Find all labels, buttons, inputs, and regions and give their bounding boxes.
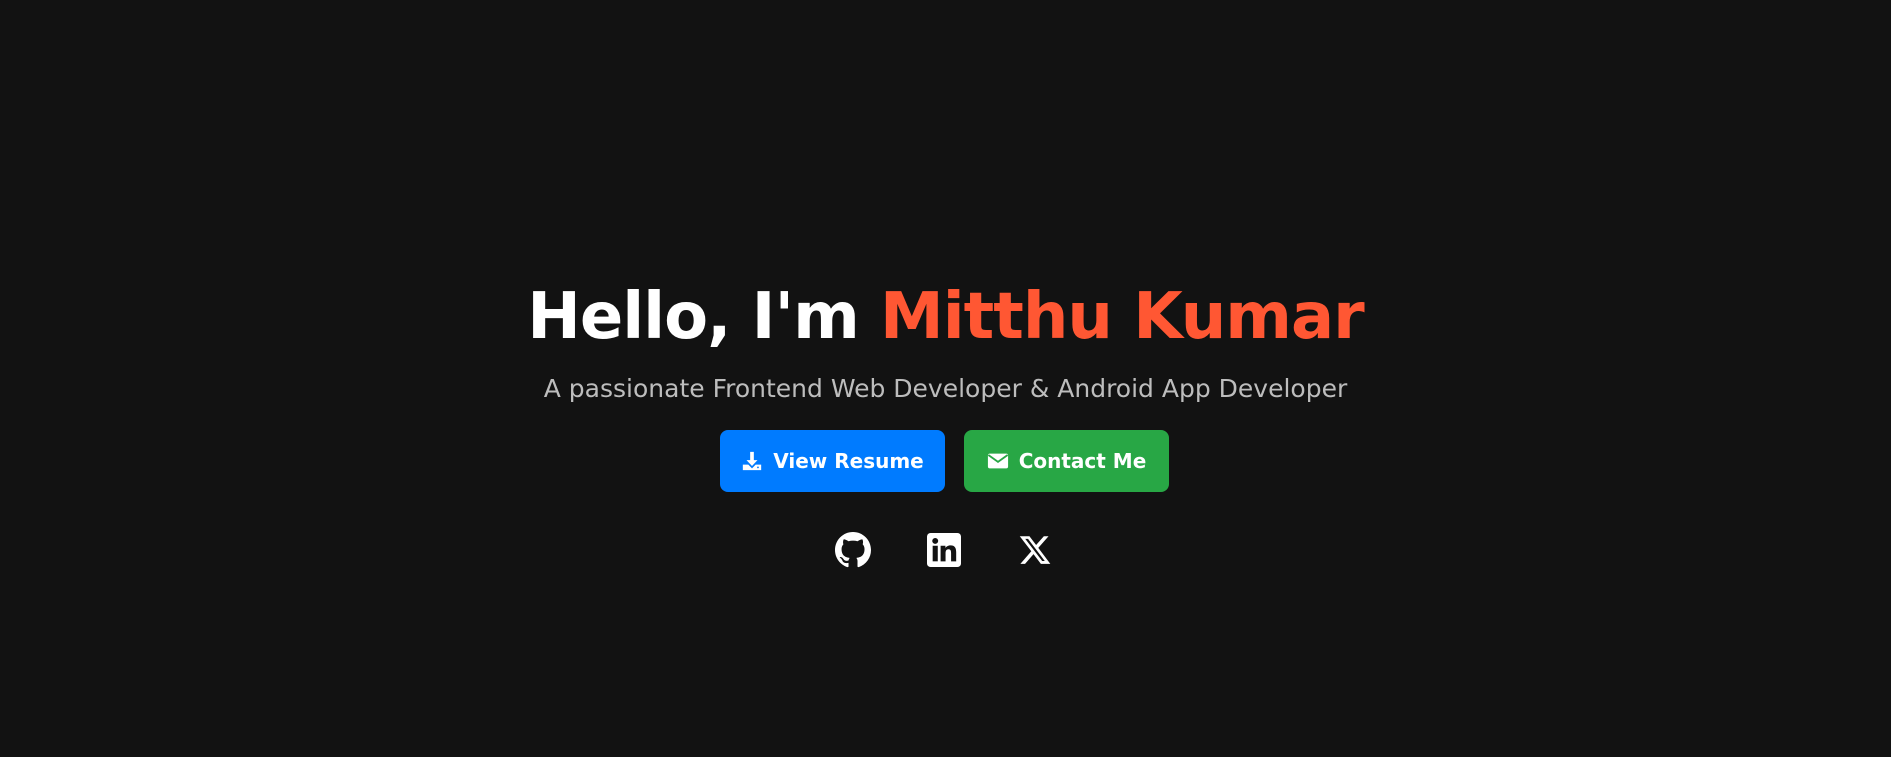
github-link[interactable] <box>834 531 872 569</box>
x-twitter-link[interactable] <box>1016 531 1054 569</box>
hero-section: Hello, I'm Mitthu Kumar A passionate Fro… <box>0 0 1891 757</box>
download-icon <box>741 450 763 472</box>
contact-me-label: Contact Me <box>1018 449 1147 473</box>
hero-headline: Hello, I'm Mitthu Kumar <box>0 275 1891 359</box>
greeting-text: Hello, I'm <box>527 280 859 354</box>
name-text: Mitthu Kumar <box>880 280 1365 354</box>
contact-me-button[interactable]: Contact Me <box>964 430 1169 492</box>
x-twitter-icon <box>1019 536 1051 564</box>
hero-tagline: A passionate Frontend Web Developer & An… <box>543 374 1348 403</box>
envelope-icon <box>987 450 1009 472</box>
linkedin-icon <box>927 533 961 567</box>
view-resume-label: View Resume <box>773 449 924 473</box>
view-resume-button[interactable]: View Resume <box>720 430 945 492</box>
linkedin-link[interactable] <box>925 531 963 569</box>
github-icon <box>835 532 871 568</box>
